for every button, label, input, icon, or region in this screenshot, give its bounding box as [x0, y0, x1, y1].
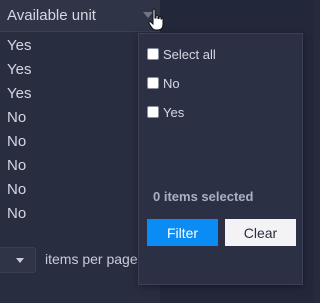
filter-option-yes[interactable]: Yes — [147, 104, 184, 120]
yes-checkbox[interactable] — [147, 106, 159, 118]
caret-down-icon — [16, 258, 24, 263]
no-checkbox[interactable] — [147, 77, 159, 89]
filter-popup: Select all No Yes 0 items selected Filte… — [138, 33, 303, 285]
page-size-select[interactable] — [0, 247, 36, 273]
select-all-checkbox[interactable] — [147, 48, 159, 60]
clear-button[interactable]: Clear — [225, 219, 296, 246]
table-cell: No — [7, 205, 27, 222]
selected-count-text: 0 items selected — [153, 189, 254, 204]
column-header-title: Available unit — [7, 7, 96, 24]
hand-pointer-icon — [148, 8, 164, 31]
table-cell: No — [7, 133, 27, 150]
table-cell: Yes — [7, 85, 32, 102]
items-per-page-label: items per page — [45, 251, 138, 267]
filter-option-label: No — [163, 75, 180, 91]
filter-option-label: Yes — [163, 104, 185, 120]
filter-option-select-all[interactable]: Select all — [147, 46, 216, 62]
table-cell: No — [7, 109, 27, 126]
filter-option-label: Select all — [163, 46, 216, 62]
column-cells: Yes Yes Yes No No No No No — [0, 34, 137, 226]
table-cell: Yes — [7, 37, 32, 54]
column-header[interactable]: Available unit — [0, 0, 160, 32]
table-cell: No — [7, 181, 27, 198]
table-cell: No — [7, 157, 27, 174]
filter-option-no[interactable]: No — [147, 75, 180, 91]
filter-button[interactable]: Filter — [147, 219, 218, 246]
table-cell: Yes — [7, 61, 32, 78]
